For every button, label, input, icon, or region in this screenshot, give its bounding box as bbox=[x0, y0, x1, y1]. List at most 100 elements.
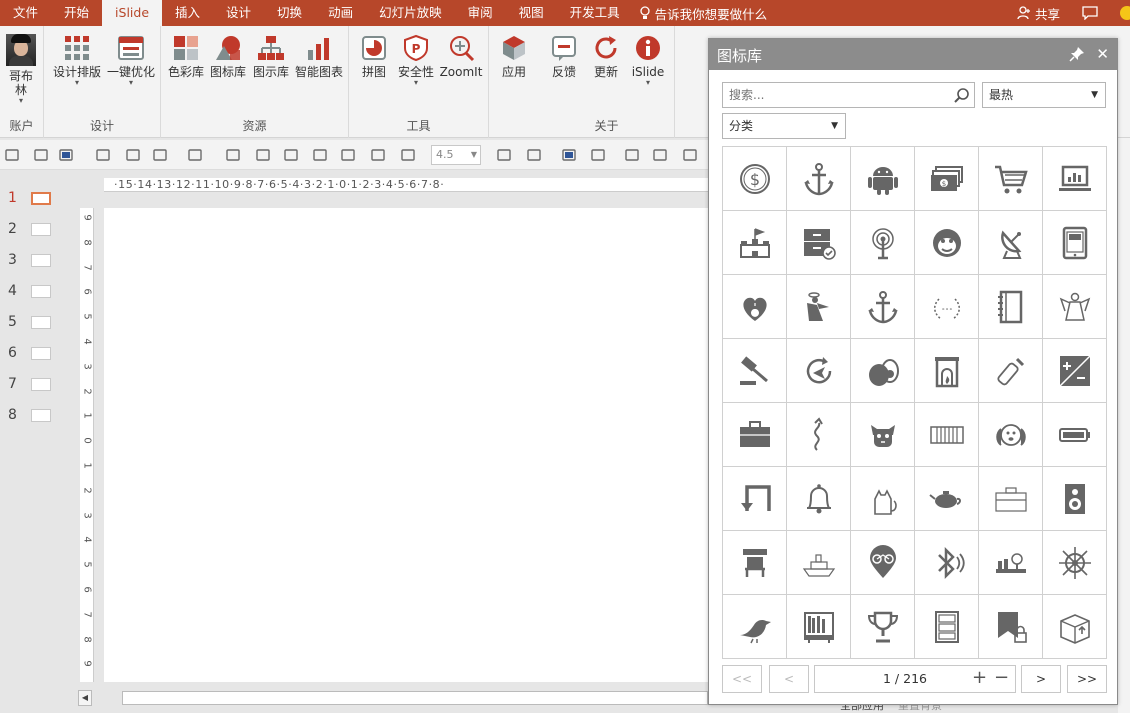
icon-cell[interactable] bbox=[1043, 211, 1107, 275]
layout-icon[interactable] bbox=[152, 147, 168, 163]
tab-3[interactable]: 插入 bbox=[162, 0, 213, 26]
slide-canvas[interactable] bbox=[104, 208, 708, 682]
icon-cell[interactable] bbox=[979, 275, 1043, 339]
icon-cell[interactable] bbox=[723, 531, 787, 595]
align-icon[interactable] bbox=[187, 147, 203, 163]
tab-6[interactable]: 动画 bbox=[315, 0, 366, 26]
icon-cell[interactable] bbox=[787, 403, 851, 467]
pin-icon[interactable] bbox=[1069, 46, 1085, 62]
comments-button[interactable] bbox=[1082, 6, 1098, 20]
scroll-left-icon[interactable]: ◀ bbox=[78, 690, 92, 706]
slide-thumb-3[interactable]: 3 bbox=[0, 251, 74, 271]
tab-10[interactable]: 开发工具 bbox=[557, 0, 633, 26]
icon-cell[interactable] bbox=[915, 531, 979, 595]
icon-cell[interactable]: ∘∘∘ bbox=[915, 275, 979, 339]
icon-cell[interactable] bbox=[979, 211, 1043, 275]
category-select[interactable]: 分类 ▼ bbox=[722, 113, 846, 139]
icon-cell[interactable] bbox=[723, 339, 787, 403]
icon-cell[interactable] bbox=[1043, 339, 1107, 403]
tab-7[interactable]: 幻灯片放映 bbox=[366, 0, 455, 26]
minus-icon[interactable]: − bbox=[994, 669, 1009, 687]
icon-cell[interactable] bbox=[979, 595, 1043, 659]
fill-color-icon[interactable] bbox=[58, 147, 74, 163]
icon-cell[interactable] bbox=[787, 595, 851, 659]
close-icon[interactable]: ✕ bbox=[1096, 45, 1109, 63]
islide-about-button[interactable]: iSlide ▾ bbox=[627, 34, 669, 87]
shape-icon[interactable] bbox=[682, 147, 698, 163]
share-button[interactable]: 共享 bbox=[1017, 4, 1060, 23]
scroll-thumb[interactable] bbox=[122, 691, 708, 705]
save-icon[interactable] bbox=[4, 147, 20, 163]
icon-cell[interactable] bbox=[915, 339, 979, 403]
icon-cell[interactable] bbox=[787, 531, 851, 595]
icon-cell[interactable] bbox=[723, 467, 787, 531]
search-input[interactable] bbox=[723, 83, 951, 107]
icon-cell[interactable]: $ bbox=[723, 147, 787, 211]
rotate-icon[interactable] bbox=[312, 147, 328, 163]
design-layout-button[interactable]: 设计排版 ▾ bbox=[50, 34, 104, 87]
icon-cell[interactable] bbox=[851, 339, 915, 403]
icon-cell[interactable] bbox=[979, 467, 1043, 531]
screen-icon[interactable] bbox=[561, 147, 577, 163]
icon-cell[interactable] bbox=[787, 211, 851, 275]
slide-thumb-4[interactable]: 4 bbox=[0, 282, 74, 302]
tab-0[interactable]: 文件 bbox=[0, 0, 51, 26]
icon-cell[interactable] bbox=[723, 403, 787, 467]
pen-icon[interactable] bbox=[526, 147, 542, 163]
list-icon[interactable] bbox=[590, 147, 606, 163]
tab-9[interactable]: 视图 bbox=[506, 0, 557, 26]
icon-cell[interactable] bbox=[723, 595, 787, 659]
icon-cell[interactable] bbox=[787, 339, 851, 403]
icon-cell[interactable] bbox=[723, 211, 787, 275]
icon-cell[interactable] bbox=[723, 275, 787, 339]
icon-cell[interactable] bbox=[851, 275, 915, 339]
icon-cell[interactable] bbox=[979, 147, 1043, 211]
font-icon[interactable] bbox=[400, 147, 416, 163]
tab-4[interactable]: 设计 bbox=[213, 0, 264, 26]
icon-cell[interactable] bbox=[851, 531, 915, 595]
icon-cell[interactable] bbox=[1043, 467, 1107, 531]
icon-cell[interactable] bbox=[851, 467, 915, 531]
horizontal-scrollbar[interactable]: ◀ bbox=[78, 690, 710, 706]
tab-8[interactable]: 审阅 bbox=[455, 0, 506, 26]
tab-5[interactable]: 切换 bbox=[264, 0, 315, 26]
icon-cell[interactable] bbox=[1043, 403, 1107, 467]
icon-cell[interactable] bbox=[1043, 531, 1107, 595]
icon-cell[interactable] bbox=[1043, 275, 1107, 339]
icon-cell[interactable] bbox=[915, 211, 979, 275]
tab-1[interactable]: 开始 bbox=[51, 0, 102, 26]
color-library-button[interactable]: 色彩库 bbox=[165, 34, 207, 79]
zoomit-button[interactable]: ZoomIt bbox=[437, 34, 485, 79]
height-icon[interactable] bbox=[340, 147, 356, 163]
icon-cell[interactable]: $ bbox=[915, 147, 979, 211]
diagram-library-button[interactable]: 图示库 bbox=[249, 34, 293, 79]
apply-button[interactable]: 应用 bbox=[493, 34, 535, 79]
slide-thumb-6[interactable]: 6 bbox=[0, 344, 74, 364]
group-icon[interactable] bbox=[652, 147, 668, 163]
slide-thumb-1[interactable]: 1 bbox=[0, 189, 74, 209]
select-icon[interactable] bbox=[33, 147, 49, 163]
crop-icon[interactable] bbox=[125, 147, 141, 163]
icon-cell[interactable] bbox=[787, 147, 851, 211]
icon-cell[interactable] bbox=[787, 275, 851, 339]
update-button[interactable]: 更新 bbox=[585, 34, 627, 79]
distribute-icon[interactable] bbox=[624, 147, 640, 163]
last-page-button[interactable]: >> bbox=[1067, 665, 1107, 693]
icon-cell[interactable] bbox=[979, 531, 1043, 595]
slide-thumb-5[interactable]: 5 bbox=[0, 313, 74, 333]
slide-thumb-2[interactable]: 2 bbox=[0, 220, 74, 240]
smiley-icon[interactable] bbox=[1120, 6, 1130, 20]
icon-cell[interactable] bbox=[787, 467, 851, 531]
prev-page-button[interactable]: < bbox=[769, 665, 809, 693]
one-click-optimize-button[interactable]: 一键优化 ▾ bbox=[104, 34, 158, 87]
bucket-icon[interactable] bbox=[496, 147, 512, 163]
plus-icon[interactable]: + bbox=[972, 669, 987, 687]
icon-cell[interactable] bbox=[915, 403, 979, 467]
icon-cell[interactable] bbox=[915, 467, 979, 531]
user-account-button[interactable]: 哥布 林 ▾ bbox=[3, 34, 39, 105]
icon-cell[interactable] bbox=[851, 147, 915, 211]
icon-cell[interactable] bbox=[1043, 595, 1107, 659]
icon-cell[interactable] bbox=[979, 339, 1043, 403]
resize-icon[interactable] bbox=[283, 147, 299, 163]
tell-me-box[interactable]: 告诉我你想要做什么 bbox=[639, 4, 767, 23]
